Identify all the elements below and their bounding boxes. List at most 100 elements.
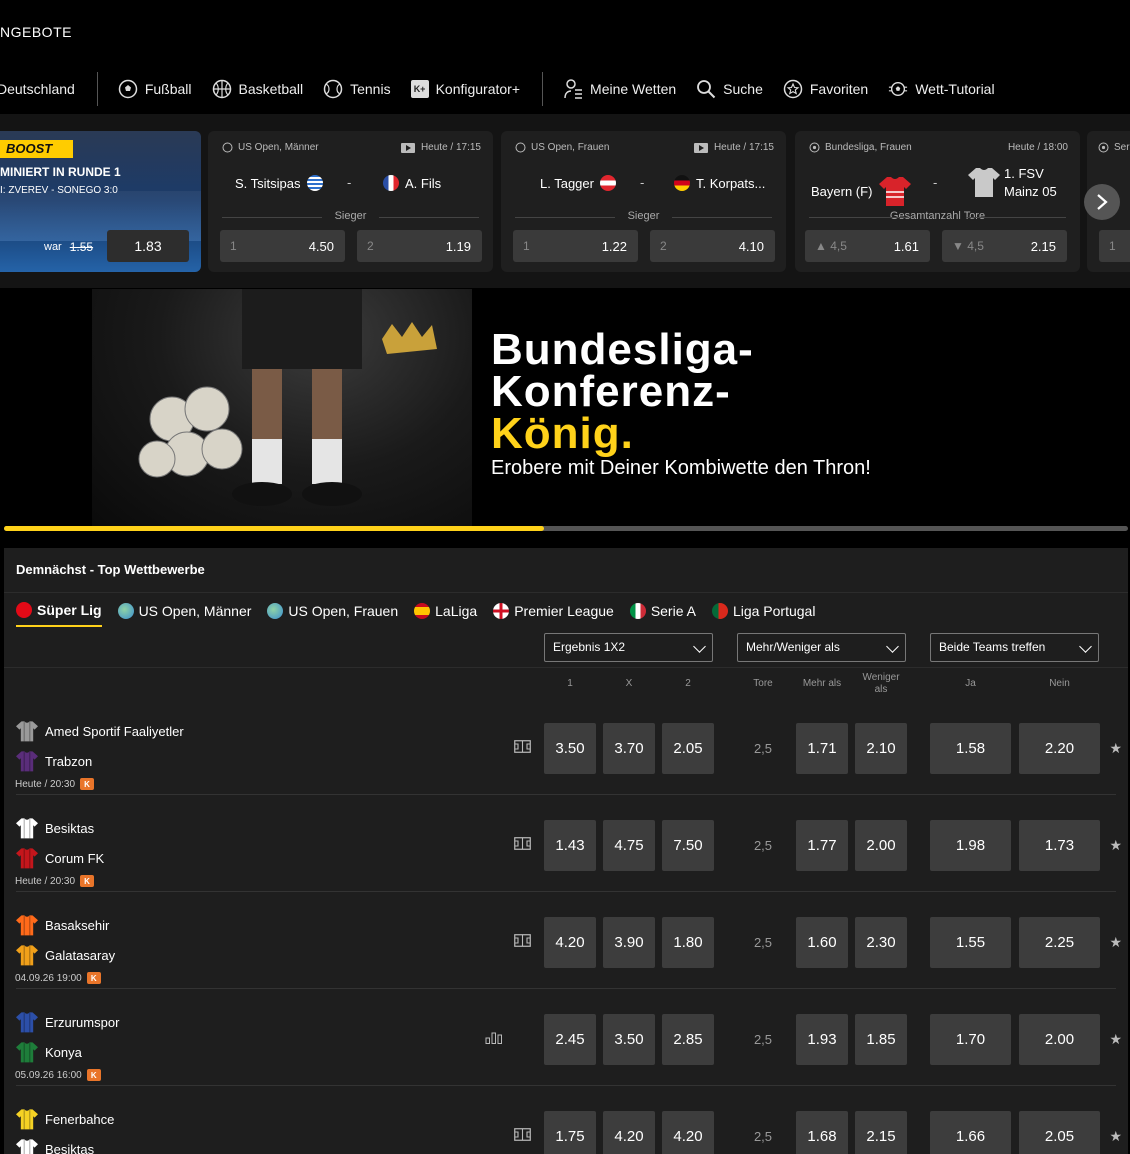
odd-button[interactable]: ▼ 4,5 2.15 xyxy=(942,230,1067,262)
match-row[interactable]: Amed Sportif Faaliyetler Trabzon Heute / 2… xyxy=(4,698,1128,795)
tab-us-open-maenner[interactable]: US Open, Männer xyxy=(117,602,251,627)
odd-button-x[interactable]: 3.70 xyxy=(603,723,655,774)
odd-button-btts-no[interactable]: 2.05 xyxy=(1019,1111,1100,1154)
odd-button-x[interactable]: 4.20 xyxy=(603,1111,655,1154)
nav-basketball[interactable]: Basketball xyxy=(212,79,303,99)
jersey-icon xyxy=(16,1012,38,1033)
favorite-star-icon[interactable]: ★ xyxy=(1109,1031,1122,1048)
match-row[interactable]: Erzurumspor Konya 05.09.26 16:00 K 2.45 3.50 2… xyxy=(4,989,1128,1086)
player-away: A. Fils xyxy=(383,175,441,191)
odd-button-under[interactable]: 2.15 xyxy=(855,1111,907,1154)
odd-button-2[interactable]: 2.05 xyxy=(662,723,714,774)
tab-premier-league[interactable]: Premier League xyxy=(493,602,614,627)
nav-favoriten[interactable]: Favoriten xyxy=(783,79,868,99)
odd-button[interactable]: 1 4.50 xyxy=(220,230,345,262)
odd-button-x[interactable]: 4.75 xyxy=(603,820,655,871)
stats-bars-icon[interactable] xyxy=(485,1031,503,1049)
nav-meine-wetten[interactable]: Meine Wetten xyxy=(563,79,676,99)
odd-button-1[interactable]: 4.20 xyxy=(544,917,596,968)
event-card[interactable]: US Open, Männer Heute / 17:15 S. Tsitsip… xyxy=(208,131,493,272)
odd-button-btts-yes[interactable]: 1.55 xyxy=(930,917,1011,968)
match-row[interactable]: Besiktas Corum FK Heute / 20:30 K 1.43 4.75 7.… xyxy=(4,795,1128,892)
odd-button-btts-no[interactable]: 2.20 xyxy=(1019,723,1100,774)
market-select-over-under[interactable]: Mehr/Weniger als xyxy=(737,633,906,662)
player-name: T. Korpats... xyxy=(696,175,766,191)
nav-konfigurator[interactable]: K+ Konfigurator+ xyxy=(410,80,520,98)
odd-button-1[interactable]: 3.50 xyxy=(544,723,596,774)
odd-button-x[interactable]: 3.50 xyxy=(603,1014,655,1065)
time-text: Heute / 17:15 xyxy=(420,142,481,153)
favorite-star-icon[interactable]: ★ xyxy=(1109,934,1122,951)
odd-button-under[interactable]: 2.30 xyxy=(855,917,907,968)
pitch-stats-icon[interactable] xyxy=(514,837,531,855)
odd-button[interactable]: 1 1.22 xyxy=(513,230,638,262)
odd-button-btts-yes[interactable]: 1.58 xyxy=(930,723,1011,774)
odd-button[interactable]: 2 4.10 xyxy=(650,230,775,262)
boost-odd-button[interactable]: 1.83 xyxy=(107,230,189,262)
odd-button-2[interactable]: 2.85 xyxy=(662,1014,714,1065)
chevron-right-icon xyxy=(1097,194,1108,210)
vs-dash: - xyxy=(933,175,938,190)
nav-wett-tutorial[interactable]: Wett-Tutorial xyxy=(888,79,995,99)
odd-button-1[interactable]: 2.45 xyxy=(544,1014,596,1065)
odd-button-over[interactable]: 1.77 xyxy=(796,820,848,871)
odd-button-x[interactable]: 3.90 xyxy=(603,917,655,968)
odd-button-over[interactable]: 1.93 xyxy=(796,1014,848,1065)
tab-serie-a[interactable]: Serie A xyxy=(629,602,696,627)
konfigurator-badge: K xyxy=(80,875,95,887)
home-team: Besiktas xyxy=(15,817,94,839)
select-value: Mehr/Weniger als xyxy=(746,640,840,654)
odd-button-under[interactable]: 2.00 xyxy=(855,820,907,871)
odd-button-1[interactable]: 1.43 xyxy=(544,820,596,871)
nav-suche[interactable]: Suche xyxy=(696,79,763,99)
market-select-btts[interactable]: Beide Teams treffen xyxy=(930,633,1099,662)
odd-button-1[interactable]: 1.75 xyxy=(544,1111,596,1154)
favorite-star-icon[interactable]: ★ xyxy=(1109,837,1122,854)
tennis-ball-icon xyxy=(515,142,526,153)
odd-button-over[interactable]: 1.68 xyxy=(796,1111,848,1154)
odd-button-btts-yes[interactable]: 1.66 xyxy=(930,1111,1011,1154)
angebote-label[interactable]: NGEBOTE xyxy=(0,24,72,40)
odd-button-2[interactable]: 4.20 xyxy=(662,1111,714,1154)
match-row[interactable]: Basaksehir Galatasaray 04.09.26 19:00 K 4.20… xyxy=(4,892,1128,989)
tab-liga-portugal[interactable]: Liga Portugal xyxy=(711,602,815,627)
flag-portugal-icon xyxy=(711,603,728,619)
favorite-star-icon[interactable]: ★ xyxy=(1109,740,1122,757)
odd-button-2[interactable]: 1.80 xyxy=(662,917,714,968)
match-row[interactable]: Fenerbahce Besiktas 1.75 4.20 4.20 2,5 1.68 2.1… xyxy=(4,1086,1128,1154)
odd-button[interactable]: ▲ 4,5 1.61 xyxy=(805,230,930,262)
odd-button[interactable]: 1 xyxy=(1099,230,1130,262)
tab-super-lig[interactable]: Süper Lig xyxy=(16,602,102,627)
pitch-stats-icon[interactable] xyxy=(514,1128,531,1146)
odd-button-btts-no[interactable]: 1.73 xyxy=(1019,820,1100,871)
odd-button-btts-yes[interactable]: 1.70 xyxy=(930,1014,1011,1065)
globe-icon xyxy=(117,603,134,619)
next-arrow-button[interactable] xyxy=(1084,184,1120,220)
divider xyxy=(4,667,1128,668)
odd-button-over[interactable]: 1.71 xyxy=(796,723,848,774)
nav-deutschland[interactable]: Deutschland xyxy=(0,81,75,97)
odd-button-2[interactable]: 7.50 xyxy=(662,820,714,871)
boost-card[interactable]: BOOST MINIERT IN RUNDE 1 I: ZVEREV - SON… xyxy=(0,131,201,272)
odd-button-over[interactable]: 1.60 xyxy=(796,917,848,968)
tab-us-open-frauen[interactable]: US Open, Frauen xyxy=(267,602,398,627)
nav-tennis[interactable]: Tennis xyxy=(323,79,391,99)
pitch-stats-icon[interactable] xyxy=(514,740,531,758)
promo-banner[interactable]: Bundesliga- Konferenz- König. Erobere mi… xyxy=(4,289,1128,526)
market-label: Gesamtanzahl Tore xyxy=(795,210,1080,222)
market-select-1x2[interactable]: Ergebnis 1X2 xyxy=(544,633,713,662)
tutorial-icon xyxy=(888,79,908,99)
pitch-stats-icon[interactable] xyxy=(514,934,531,952)
event-card[interactable]: US Open, Frauen Heute / 17:15 L. Tagger … xyxy=(501,131,786,272)
tab-laliga[interactable]: LaLiga xyxy=(414,602,477,627)
odd-button-under[interactable]: 1.85 xyxy=(855,1014,907,1065)
odd-button-btts-yes[interactable]: 1.98 xyxy=(930,820,1011,871)
event-card[interactable]: Bundesliga, Frauen Heute / 18:00 Bayern … xyxy=(795,131,1080,272)
odd-button-btts-no[interactable]: 2.00 xyxy=(1019,1014,1100,1065)
nav-fussball[interactable]: Fußball xyxy=(118,79,192,99)
favorite-star-icon[interactable]: ★ xyxy=(1109,1128,1122,1145)
odd-button-btts-no[interactable]: 2.25 xyxy=(1019,917,1100,968)
kickoff-time: 04.09.26 19:00 K xyxy=(15,972,101,984)
odd-button-under[interactable]: 2.10 xyxy=(855,723,907,774)
odd-button[interactable]: 2 1.19 xyxy=(357,230,482,262)
